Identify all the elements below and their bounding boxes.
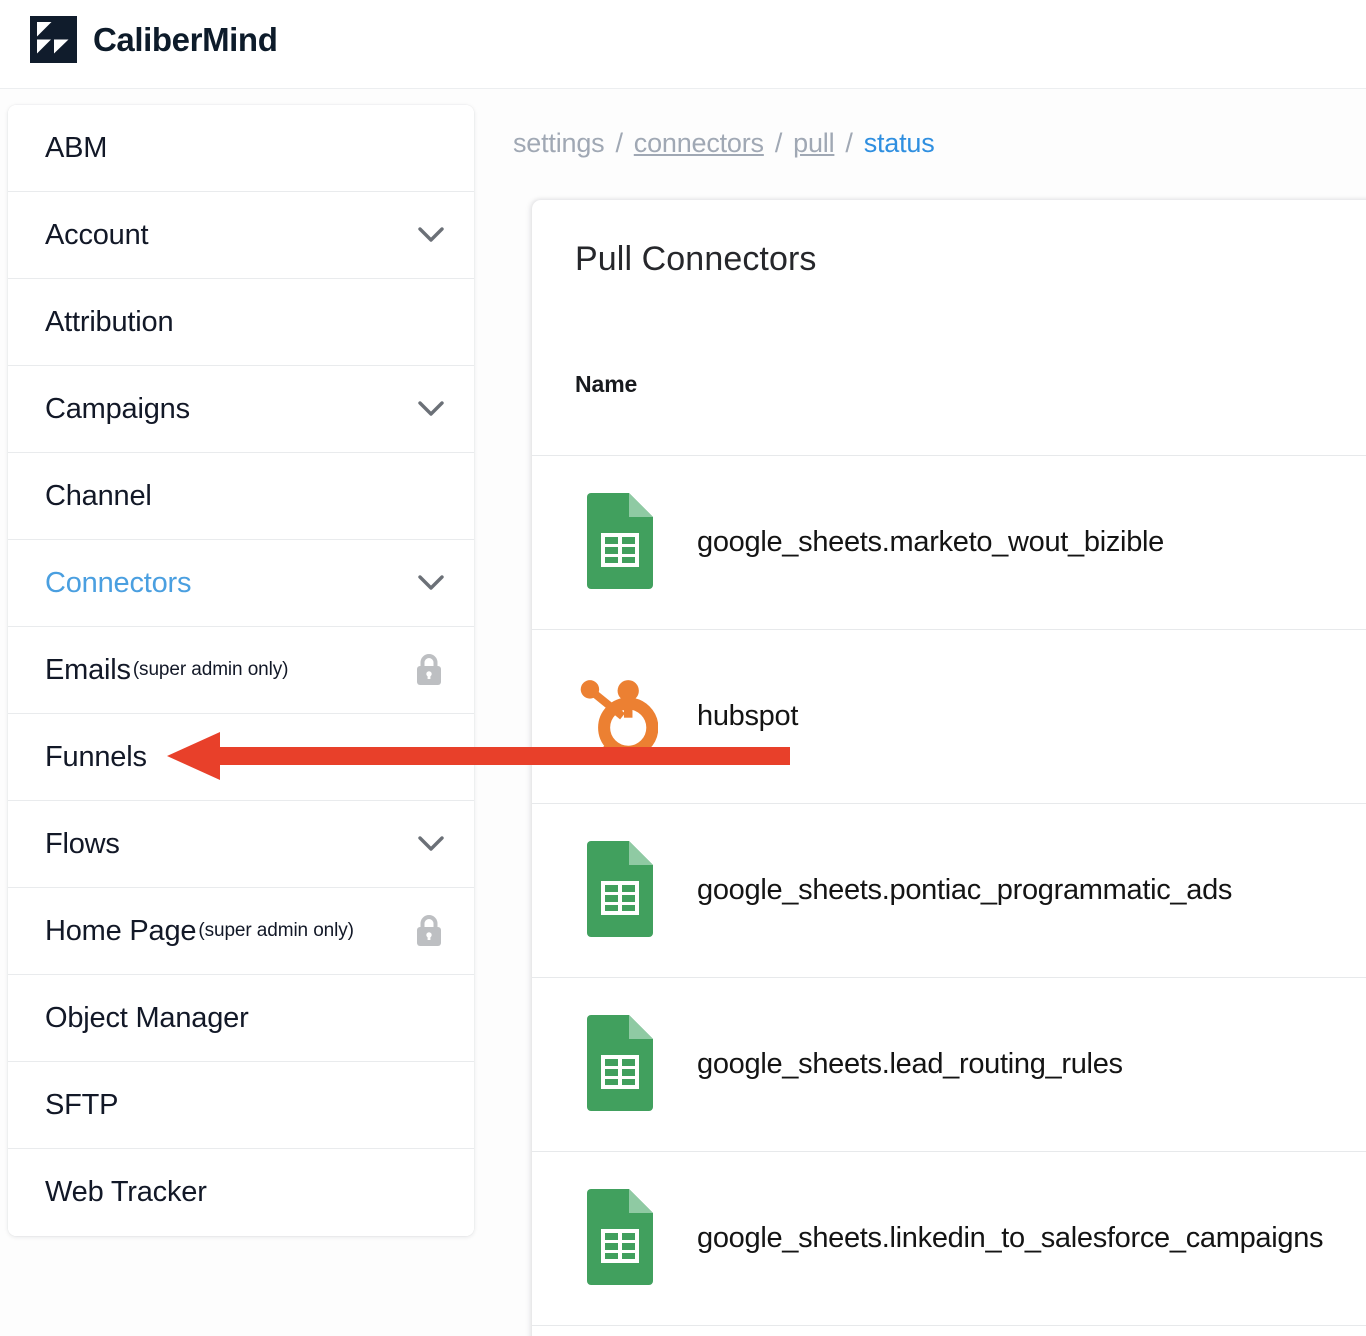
lock-icon (417, 915, 441, 946)
sidebar-item-label: Flows (45, 827, 120, 860)
sidebar-item-expander[interactable] (418, 749, 444, 765)
brand-logo[interactable]: CaliberMind (30, 16, 278, 63)
sidebar-item-lock (414, 913, 444, 949)
sidebar-item-expander[interactable] (418, 575, 444, 591)
connector-icon (580, 1014, 658, 1115)
sidebar-item-web-tracker[interactable]: Web Tracker (8, 1149, 474, 1236)
page-title: Pull Connectors (575, 240, 817, 278)
breadcrumb-separator: / (615, 128, 623, 158)
sidebar-item-emails[interactable]: Emails (super admin only) (8, 627, 474, 714)
google-sheets-icon (587, 840, 653, 937)
sidebar-item-channel[interactable]: Channel (8, 453, 474, 540)
google-sheets-icon (587, 492, 653, 589)
chevron-down-icon[interactable] (418, 575, 444, 591)
connector-icon (580, 1188, 658, 1289)
sidebar-item-abm[interactable]: ABM (8, 105, 474, 192)
connector-name: google_sheets.pontiac_programmatic_ads (697, 874, 1233, 906)
connector-icon (580, 492, 658, 593)
sidebar-item-lock (414, 652, 444, 688)
connectors-list: google_sheets.marketo_wout_biziblehubspo… (532, 456, 1366, 1336)
connector-name: hubspot (697, 700, 799, 732)
sidebar-item-suffix: (super admin only) (198, 920, 354, 941)
sidebar-item-expander[interactable] (418, 401, 444, 417)
sidebar-item-label: Attribution (45, 305, 174, 338)
sidebar-item-suffix: (super admin only) (132, 659, 289, 680)
sidebar-item-label: Campaigns (45, 392, 190, 425)
sidebar-item-label: Web Tracker (45, 1176, 207, 1208)
sidebar-nav: ABM Account Attribution Campaigns Channel Con… (8, 105, 474, 1236)
connector-icon (580, 840, 658, 941)
sidebar-item-campaigns[interactable]: Campaigns (8, 366, 474, 453)
connector-icon (580, 658, 658, 776)
table-row[interactable]: google_sheets.marketo_wout_bizible (532, 456, 1366, 630)
breadcrumb-item-status[interactable]: status (864, 128, 935, 159)
google-sheets-icon (587, 1014, 653, 1111)
connector-name: google_sheets.lead_routing_rules (697, 1048, 1123, 1080)
chevron-down-icon[interactable] (418, 749, 444, 765)
sidebar-item-expander[interactable] (418, 836, 444, 852)
sidebar-item-label: Home Page (45, 914, 197, 947)
breadcrumb-item-connectors[interactable]: connectors (634, 128, 764, 159)
sidebar-item-flows[interactable]: Flows (8, 801, 474, 888)
breadcrumb-separator: / (774, 128, 783, 158)
hubspot-icon (580, 679, 658, 758)
sidebar-item-label: Connectors (45, 566, 192, 599)
chevron-down-icon[interactable] (418, 836, 444, 852)
chevron-down-icon[interactable] (418, 401, 444, 417)
google-sheets-icon (587, 1188, 653, 1285)
table-row[interactable]: google_sheets.pontiac_programmatic_ads (532, 804, 1366, 978)
table-row[interactable]: google_sheets.linkedin_to_salesforce_cam… (532, 1152, 1366, 1326)
calibermind-logo-icon (30, 16, 77, 63)
breadcrumb-item-pull[interactable]: pull (793, 128, 834, 159)
app-root: CaliberMind ABM Account Attribution Campaig… (0, 0, 1366, 1336)
app-header: CaliberMind (0, 0, 1366, 89)
sidebar-item-object-manager[interactable]: Object Manager (8, 975, 474, 1062)
sidebar-item-connectors[interactable]: Connectors (8, 540, 474, 627)
sidebar-item-label: Object Manager (45, 1001, 249, 1034)
sidebar-item-label: Channel (45, 479, 152, 512)
pull-connectors-card: Pull Connectors Name google_sheets.marke… (532, 200, 1366, 1336)
sidebar-item-expander[interactable] (418, 227, 444, 243)
sidebar-item-account[interactable]: Account (8, 192, 474, 279)
sidebar-item-label: SFTP (45, 1088, 119, 1121)
connector-name: google_sheets.linkedin_to_salesforce_cam… (697, 1222, 1324, 1254)
sidebar-item-home-page[interactable]: Home Page (super admin only) (8, 888, 474, 975)
sidebar-item-label: Account (45, 218, 149, 251)
sidebar-item-attribution[interactable]: Attribution (8, 279, 474, 366)
breadcrumb: settings / connectors / pull / status (513, 128, 935, 159)
chevron-down-icon[interactable] (418, 227, 444, 243)
sidebar-item-label: ABM (45, 131, 108, 164)
table-row[interactable] (532, 1326, 1366, 1336)
breadcrumb-item-settings: settings (513, 128, 605, 158)
column-header-name: Name (575, 371, 638, 397)
sidebar-item-label: Funnels (45, 740, 147, 773)
table-row[interactable]: google_sheets.lead_routing_rules (532, 978, 1366, 1152)
brand-name: CaliberMind (93, 21, 278, 58)
sidebar-item-funnels[interactable]: Funnels (8, 714, 474, 801)
lock-icon (417, 654, 441, 685)
breadcrumb-separator: / (845, 128, 853, 158)
sidebar-item-label: Emails (45, 653, 131, 686)
sidebar-item-sftp[interactable]: SFTP (8, 1062, 474, 1149)
table-row[interactable]: hubspot (532, 630, 1366, 804)
connector-name: google_sheets.marketo_wout_bizible (697, 526, 1164, 558)
